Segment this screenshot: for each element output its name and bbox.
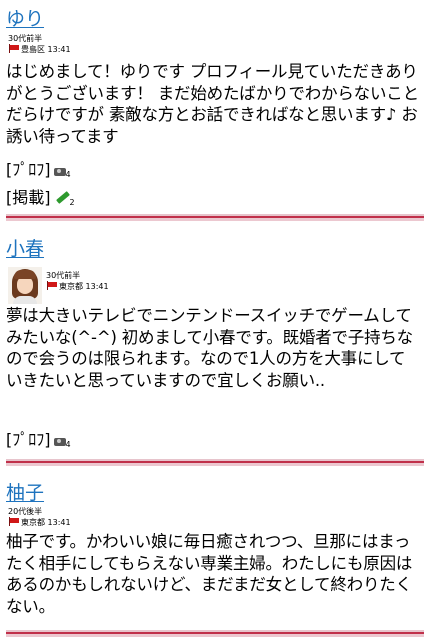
post-author-name[interactable]: 柚子 [6, 478, 44, 505]
location-time: 東京都 13:41 [21, 518, 71, 527]
profile-link[interactable]: [ﾌﾟﾛﾌ] [6, 160, 51, 179]
post-meta: 30代前半 東京都 13:41 [46, 271, 109, 292]
flag-icon [46, 281, 58, 290]
age-label: 30代前半 [8, 34, 43, 43]
post-meta: 30代前半 豊島区 13:41 [8, 34, 71, 55]
pencil-icon [55, 191, 70, 204]
camera-icon [53, 438, 66, 446]
profile-link[interactable]: [ﾌﾟﾛﾌ] [6, 430, 51, 449]
post-message[interactable]: 柚子です。かわいい娘に毎日癒されつつ、旦那にはまったく相手にしてもらえない専業主… [6, 531, 421, 617]
photo-count: 4 [65, 440, 71, 449]
post-divider [6, 630, 424, 637]
post-divider [6, 459, 424, 466]
post-message[interactable]: はじめまして！ゆりです プロフィール見ていただきありがとうございます！ まだ始め… [6, 61, 421, 147]
board-count: 2 [69, 198, 75, 207]
board-link[interactable]: [掲載] [6, 188, 51, 207]
camera-icon [53, 168, 66, 176]
profile-link-row[interactable]: [ﾌﾟﾛﾌ] 4 [6, 426, 71, 450]
avatar[interactable] [8, 267, 42, 304]
location-time: 東京都 13:41 [59, 282, 109, 291]
flag-icon [8, 44, 20, 53]
board-link-row[interactable]: [掲載] 2 [6, 184, 75, 208]
age-label: 30代前半 [46, 271, 81, 280]
post-meta: 20代後半 東京都 13:41 [8, 507, 71, 528]
post-author-name[interactable]: ゆり [6, 4, 44, 31]
post-message[interactable]: 夢は大きいテレビでニンテンドースイッチでゲームしてみたいな(^-^) 初めまして… [6, 305, 421, 391]
profile-link-row[interactable]: [ﾌﾟﾛﾌ] 4 [6, 156, 71, 180]
flag-icon [8, 517, 20, 526]
post-divider [6, 214, 424, 221]
post-author-name[interactable]: 小春 [6, 234, 44, 261]
location-time: 豊島区 13:41 [21, 45, 71, 54]
age-label: 20代後半 [8, 507, 43, 516]
photo-count: 4 [65, 170, 71, 179]
